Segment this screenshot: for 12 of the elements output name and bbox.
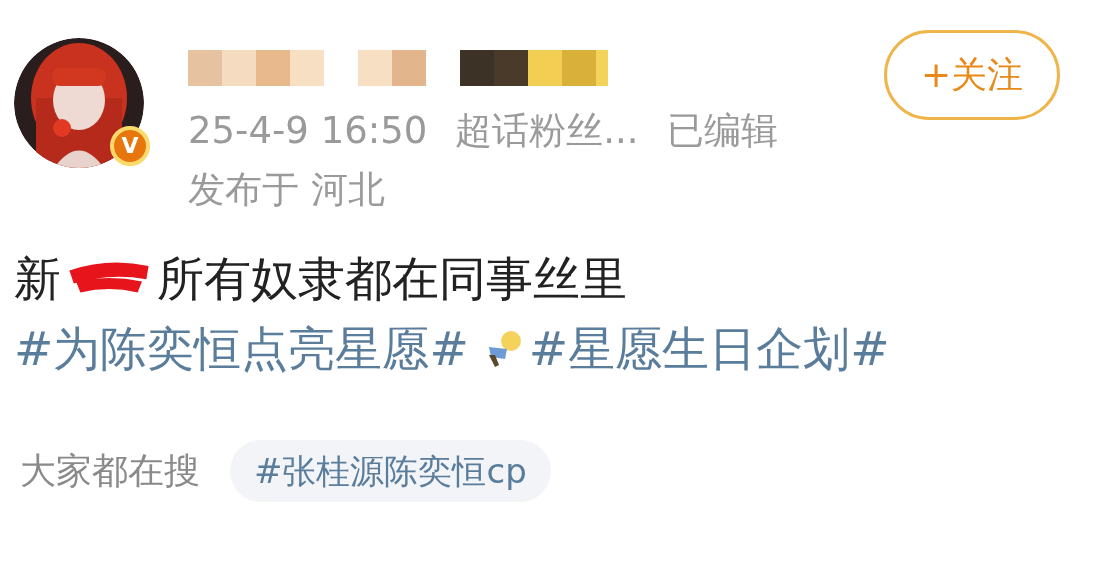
topic-link[interactable]: #星愿生日企划#	[528, 321, 890, 376]
trending-chip[interactable]: #张桂源陈奕恒cp	[230, 440, 551, 502]
verified-badge: V	[110, 126, 150, 166]
post-source: 超话粉丝...	[455, 112, 639, 149]
post-text: 新	[14, 251, 61, 306]
topic-link[interactable]: #为陈奕恒点亮星愿#	[14, 321, 469, 376]
post-time: 25-4-9 16:50	[188, 112, 428, 149]
follow-button[interactable]: +关注	[884, 30, 1060, 120]
trending-label: 大家都在搜	[20, 449, 200, 493]
edited-label: 已编辑	[666, 112, 778, 149]
post-text: 所有奴隶都在同事丝里	[157, 251, 627, 306]
post-location: 发布于 河北	[188, 171, 386, 208]
